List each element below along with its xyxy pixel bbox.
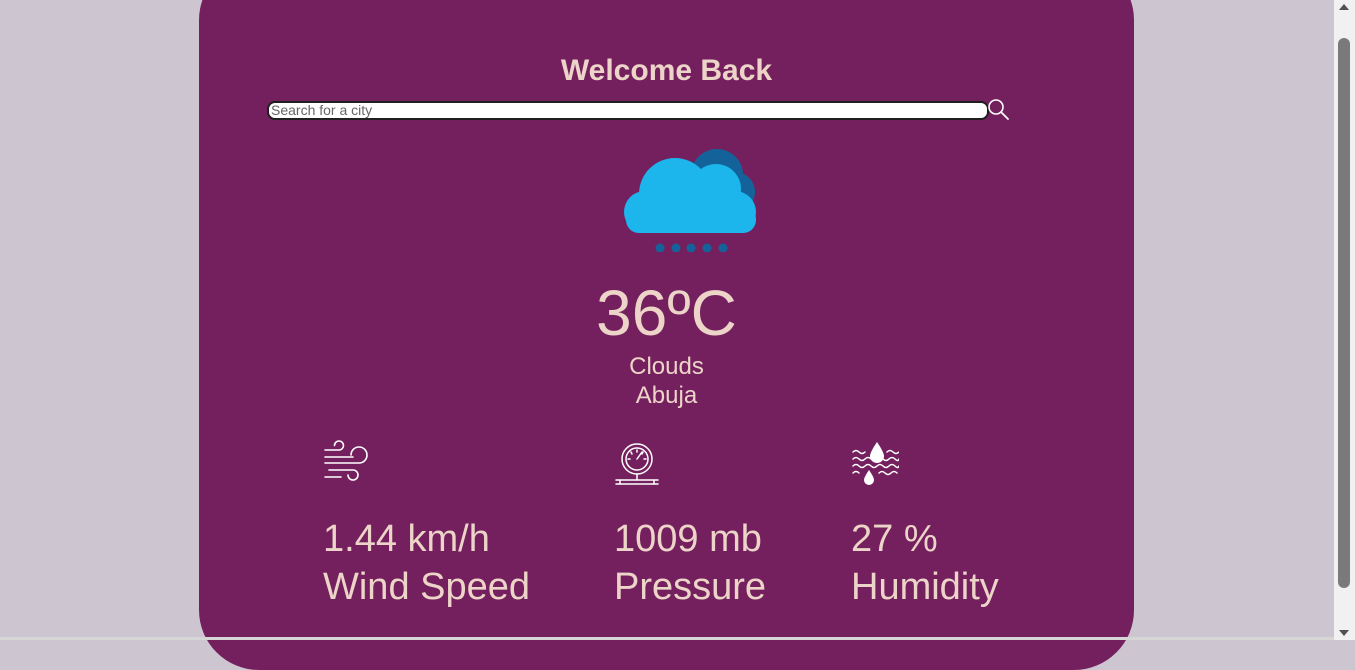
weather-card: Welcome Back 36 bbox=[199, 0, 1134, 670]
humidity-label: Humidity bbox=[851, 566, 999, 608]
vertical-scrollbar[interactable] bbox=[1334, 0, 1355, 640]
pressure-value: 1009 mb bbox=[614, 518, 762, 560]
city-name: Abuja bbox=[635, 382, 698, 409]
page-title: Welcome Back bbox=[560, 54, 773, 87]
scroll-thumb[interactable] bbox=[1338, 38, 1350, 588]
wind-speed-label: Wind Speed bbox=[323, 566, 531, 608]
pressure-gauge-icon bbox=[615, 443, 659, 485]
scroll-down-arrow-icon[interactable] bbox=[1339, 630, 1349, 636]
humidity-value: 27 % bbox=[851, 518, 938, 560]
weather-condition: Clouds bbox=[629, 353, 704, 380]
temperature: 36ºC bbox=[596, 277, 737, 349]
search-input[interactable] bbox=[267, 101, 989, 120]
scroll-up-arrow-icon[interactable] bbox=[1339, 4, 1349, 10]
search-icon bbox=[988, 99, 1009, 120]
humidity-icon bbox=[852, 442, 899, 485]
pressure-label: Pressure bbox=[614, 566, 767, 608]
rain-cloud-icon bbox=[624, 149, 756, 252]
search-button[interactable] bbox=[986, 97, 1012, 123]
wind-icon bbox=[324, 440, 368, 481]
wind-speed-value: 1.44 km/h bbox=[323, 518, 490, 560]
